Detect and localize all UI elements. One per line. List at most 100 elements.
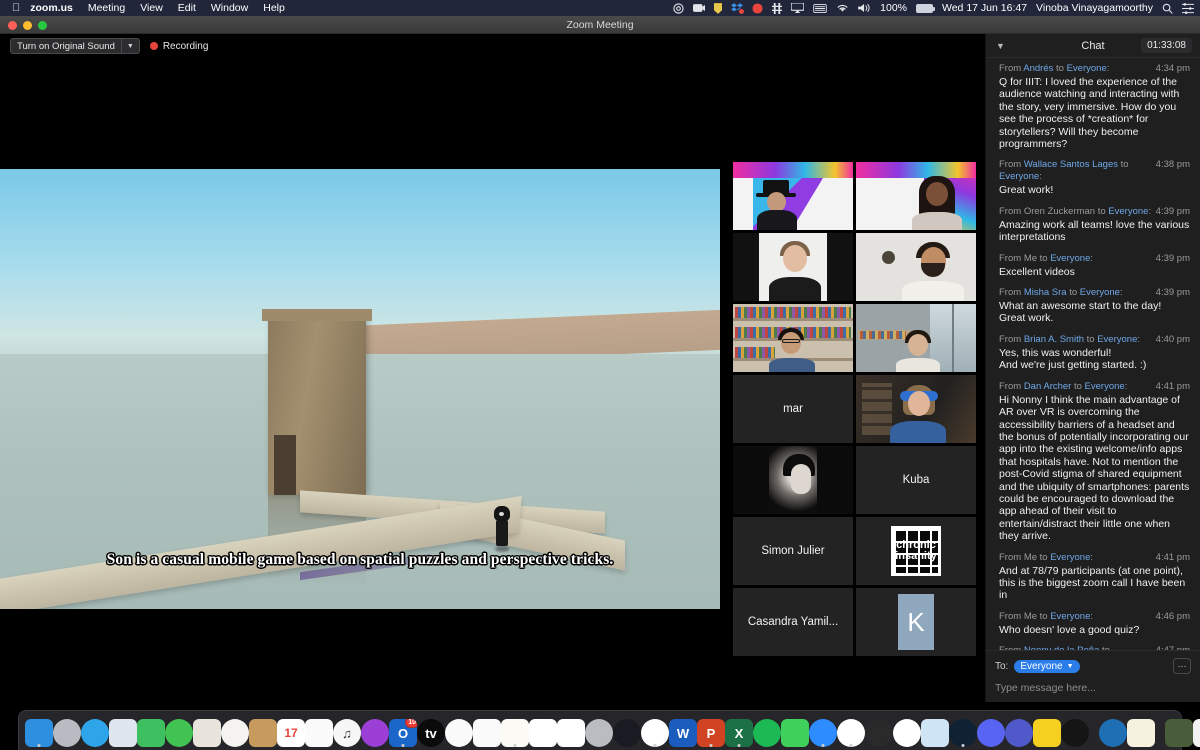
participant-tile-2[interactable] — [856, 162, 976, 230]
menu-item-zoom-us[interactable]: zoom.us — [30, 2, 73, 14]
outlook-icon[interactable]: O 10 — [389, 711, 417, 747]
pages-icon[interactable] — [501, 711, 529, 747]
wifi-icon[interactable] — [836, 3, 849, 13]
teams-icon[interactable] — [1005, 711, 1033, 747]
maximize-button[interactable] — [38, 21, 47, 30]
word-icon[interactable]: W — [669, 711, 697, 747]
grammarly-icon[interactable] — [714, 2, 723, 14]
menu-item-help[interactable]: Help — [263, 2, 285, 14]
battery-charging-icon[interactable] — [916, 3, 935, 13]
participant-tile-13[interactable]: Casandra Yamil... — [733, 588, 853, 656]
keyboard-icon[interactable] — [813, 3, 827, 13]
datetime-label[interactable]: Wed 17 Jun 16:47 — [942, 2, 1027, 14]
itunes-icon-glyph: ♫ — [333, 719, 361, 747]
messages-icon[interactable] — [165, 711, 193, 747]
screen-capture-icon[interactable] — [693, 3, 706, 13]
participant-tile-4[interactable] — [856, 233, 976, 301]
search-icon[interactable] — [1162, 3, 1173, 14]
participant-tile-6[interactable] — [856, 304, 976, 372]
participant-tile-9[interactable] — [733, 446, 853, 514]
participant-tile-12[interactable]: chronic insanity — [856, 517, 976, 585]
current-user-label[interactable]: Vinoba Vinayagamoorthy — [1036, 2, 1153, 14]
photos-icon[interactable] — [221, 711, 249, 747]
chevron-down-icon[interactable]: ▼ — [996, 41, 1005, 51]
discord-icon[interactable] — [977, 711, 1005, 747]
participant-tile-10[interactable]: Kuba — [856, 446, 976, 514]
recipient-name: Everyone — [1079, 287, 1120, 299]
mural-icon[interactable] — [1033, 711, 1061, 747]
downloads-stack-icon[interactable] — [1165, 711, 1193, 747]
shared-screen-video[interactable]: Son is a casual mobile game based on spa… — [0, 169, 720, 609]
recording-indicator[interactable]: Recording — [149, 40, 209, 52]
record-dot-icon[interactable] — [752, 2, 763, 14]
numbers-icon[interactable] — [473, 711, 501, 747]
contacts-icon[interactable] — [249, 711, 277, 747]
finder-icon[interactable] — [25, 711, 53, 747]
participant-tile-1[interactable] — [733, 162, 853, 230]
window-title-bar: Zoom Meeting — [0, 16, 1200, 34]
control-center-icon[interactable] — [1182, 2, 1194, 14]
gather-icon[interactable] — [1061, 711, 1089, 747]
textedit-icon[interactable] — [557, 711, 585, 747]
participant-tile-5[interactable] — [733, 304, 853, 372]
chevron-down-icon[interactable]: ▼ — [120, 39, 139, 53]
spotify-icon[interactable] — [753, 711, 781, 747]
keynote-icon[interactable] — [529, 711, 557, 747]
quicktime-icon[interactable] — [1099, 711, 1127, 747]
menu-item-meeting[interactable]: Meeting — [88, 2, 125, 14]
safari-icon[interactable] — [81, 711, 109, 747]
preview-icon[interactable] — [109, 711, 137, 747]
ringcentral-icon[interactable] — [865, 711, 893, 747]
shield-app-icon[interactable] — [921, 711, 949, 747]
chat-message-input[interactable]: Type message here... — [995, 682, 1191, 694]
chat-message-time: 4:34 pm — [1155, 63, 1190, 74]
news-icon[interactable] — [445, 711, 473, 747]
chat-more-options-button[interactable]: ⋯ — [1173, 658, 1191, 674]
stickies-icon[interactable] — [1127, 711, 1155, 747]
appletv-icon[interactable]: tv — [417, 711, 445, 747]
miro-icon[interactable] — [781, 711, 809, 747]
1password-icon[interactable] — [772, 2, 783, 14]
chat-message-list[interactable]: From Andrés to Everyone: 4:34 pm Q for III… — [986, 58, 1200, 650]
reminders-icon[interactable] — [305, 711, 333, 747]
zoom-icon[interactable] — [809, 711, 837, 747]
chat-recipient-select[interactable]: Everyone ▼ — [1014, 659, 1080, 673]
original-sound-button[interactable]: Turn on Original Sound ▼ — [10, 38, 140, 54]
participant-tile-11[interactable]: Simon Julier — [733, 517, 853, 585]
powerpoint-icon[interactable]: P — [697, 711, 725, 747]
excel-icon[interactable]: X — [725, 711, 753, 747]
participant-tile-7[interactable]: mar — [733, 375, 853, 443]
calendar-icon[interactable]: 17 — [277, 711, 305, 747]
utilities-folder-icon[interactable] — [193, 711, 221, 747]
apple-logo-icon[interactable]:  — [12, 2, 20, 14]
firefox-icon[interactable] — [613, 711, 641, 747]
airplay-icon[interactable] — [791, 3, 805, 13]
screen-record-icon[interactable] — [673, 2, 684, 14]
document-stack-icon[interactable]: 1 — [1193, 711, 1200, 747]
chrome-icon[interactable] — [641, 711, 669, 747]
menu-item-view[interactable]: View — [140, 2, 163, 14]
chat-message: From Me to Everyone: 4:39 pm Excellent vid… — [999, 253, 1190, 278]
facetime-icon[interactable] — [137, 711, 165, 747]
launchpad-icon[interactable] — [53, 711, 81, 747]
system-preferences-icon[interactable] — [585, 711, 613, 747]
podcasts-icon[interactable] — [361, 711, 389, 747]
record-dot-icon — [149, 42, 158, 50]
participant-row-1 — [733, 162, 979, 230]
volume-icon[interactable] — [858, 3, 871, 13]
close-button[interactable] — [8, 21, 17, 30]
participant-tile-8[interactable] — [856, 375, 976, 443]
slack-icon[interactable] — [837, 711, 865, 747]
evernote-icon[interactable] — [893, 711, 921, 747]
chrome-icon-glyph — [641, 719, 669, 747]
recording-label: Recording — [162, 40, 209, 52]
itunes-icon[interactable]: ♫ — [333, 711, 361, 747]
menu-item-window[interactable]: Window — [211, 2, 248, 14]
participant-tile-14[interactable]: K — [856, 588, 976, 656]
app-running-indicator — [849, 744, 853, 747]
minimize-button[interactable] — [23, 21, 32, 30]
whitelabel-icon[interactable] — [949, 711, 977, 747]
dropbox-icon[interactable] — [731, 3, 746, 15]
participant-tile-3[interactable] — [733, 233, 853, 301]
menu-item-edit[interactable]: Edit — [178, 2, 196, 14]
